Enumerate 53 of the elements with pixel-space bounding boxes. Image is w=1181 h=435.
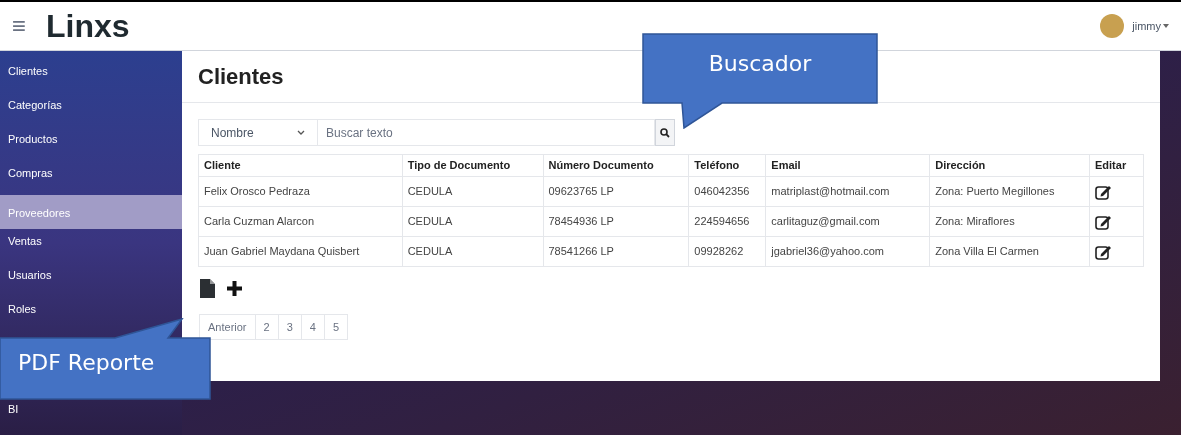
sidebar-item[interactable]: BI <box>0 397 182 431</box>
sidebar-item[interactable]: Clientes <box>0 59 182 93</box>
page-link[interactable]: 4 <box>300 314 325 340</box>
sidebar-item[interactable]: Compras <box>0 161 182 195</box>
edit-icon[interactable] <box>1095 183 1113 200</box>
table-cell: Zona Villa El Carmen <box>929 236 1090 267</box>
logo: Linxs <box>46 7 130 46</box>
column-header: Tipo de Documento <box>402 154 543 177</box>
page-link[interactable]: 5 <box>323 314 349 340</box>
table-cell: carlitaguz@gmail.com <box>765 206 930 237</box>
callout-text: PDF Reporte <box>18 349 155 377</box>
table-cell: CEDULA <box>402 206 543 237</box>
search-field[interactable]: Buscar texto <box>318 119 655 146</box>
column-header: Editar <box>1089 154 1144 177</box>
table-cell: Zona: Miraflores <box>929 206 1090 237</box>
menu-icon[interactable]: ≡ <box>12 10 26 42</box>
page-link[interactable]: 2 <box>254 314 279 340</box>
table-cell: 09623765 LP <box>543 176 689 207</box>
sidebar-item[interactable]: Usuarios <box>0 263 182 297</box>
sidebar-item[interactable]: Productos <box>0 127 182 161</box>
document-icon[interactable] <box>200 279 215 298</box>
column-header: Teléfono <box>688 154 766 177</box>
table-cell: 224594656 <box>688 206 766 237</box>
edit-icon[interactable] <box>1095 213 1113 230</box>
column-header: Número Documento <box>543 154 689 177</box>
table-cell: 046042356 <box>688 176 766 207</box>
table-cell: Felix Orosco Pedraza <box>198 176 403 207</box>
sidebar-item[interactable]: Roles <box>0 297 182 331</box>
caret-icon <box>1163 24 1169 28</box>
table-cell: 09928262 <box>688 236 766 267</box>
table-cell: CEDULA <box>402 236 543 267</box>
table-cell: 78541266 LP <box>543 236 689 267</box>
chevron-icon <box>297 130 305 135</box>
table-cell: Juan Gabriel Maydana Quisbert <box>198 236 403 267</box>
page-link[interactable]: 3 <box>277 314 302 340</box>
filter-select[interactable]: Nombre <box>198 119 318 146</box>
user-menu[interactable]: jimmy <box>1132 17 1169 35</box>
table-cell: matriplast@hotmail.com <box>765 176 930 207</box>
table-cell: CEDULA <box>402 176 543 207</box>
callout-text: Buscador <box>707 50 813 78</box>
plus-icon[interactable] <box>227 281 242 296</box>
column-header: Dirección <box>929 154 1090 177</box>
table-cell: Carla Cuzman Alarcon <box>198 206 403 237</box>
edit-icon[interactable] <box>1095 243 1113 260</box>
column-header: Cliente <box>198 154 403 177</box>
sidebar-item[interactable]: Ventas <box>0 229 182 263</box>
sidebar-item[interactable]: Categorías <box>0 93 182 127</box>
table-cell: jgabriel36@yahoo.com <box>765 236 930 267</box>
search-button[interactable] <box>655 119 675 146</box>
search-icon <box>660 127 670 138</box>
table-cell: Zona: Puerto Megillones <box>929 176 1090 207</box>
column-header: Email <box>765 154 930 177</box>
table-cell: 78454936 LP <box>543 206 689 237</box>
